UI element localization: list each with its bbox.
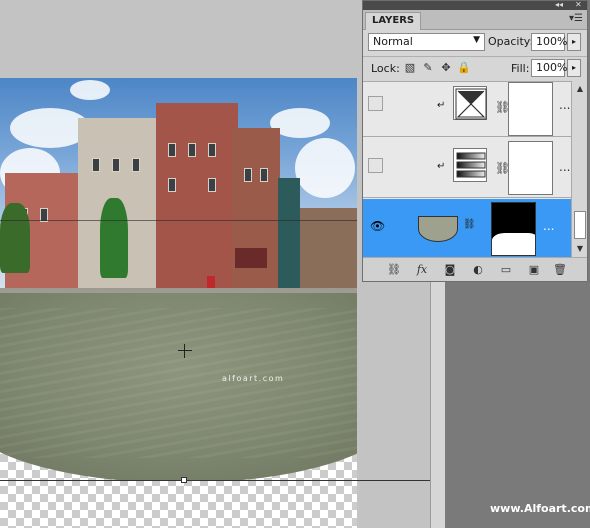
- layer-more: ...: [559, 160, 571, 174]
- document-image[interactable]: [0, 78, 357, 480]
- water-texture: [0, 308, 357, 458]
- blend-mode-value: Normal: [373, 35, 413, 48]
- eye-icon[interactable]: 👁: [370, 219, 385, 233]
- dropdown-arrow-icon: ▼: [473, 35, 480, 45]
- new-layer-icon[interactable]: ▣: [525, 262, 543, 278]
- layer-row-selected[interactable]: 👁 ⛓ ...: [363, 199, 571, 259]
- crosshair-cursor-icon: [178, 344, 192, 358]
- building-teal: [278, 178, 300, 293]
- footer-credit: www.Alfoart.com: [490, 502, 590, 515]
- new-group-icon[interactable]: ▭: [497, 262, 515, 278]
- scroll-thumb[interactable]: [574, 211, 586, 239]
- clipping-arrow-icon: ↵: [437, 100, 446, 111]
- collapse-icon[interactable]: ◂◂: [555, 0, 563, 9]
- fill-slider-button[interactable]: ▸: [567, 59, 581, 77]
- opacity-input[interactable]: 100%: [531, 33, 567, 51]
- fill-label: Fill:: [511, 62, 530, 75]
- scroll-down-icon[interactable]: ▼: [574, 243, 586, 255]
- lock-all-icon[interactable]: 🔒: [457, 61, 471, 75]
- link-layers-icon[interactable]: ⛓: [385, 262, 403, 278]
- guide-line: [0, 220, 357, 221]
- lock-transparent-pixels-icon[interactable]: ▧: [403, 61, 417, 75]
- fx-icon[interactable]: fx: [413, 262, 431, 278]
- layer-row[interactable]: ↵ ⛓ ...: [363, 82, 571, 137]
- gradient-map-adjustment-icon[interactable]: [453, 148, 487, 182]
- layer-image-thumbnail[interactable]: [418, 216, 458, 242]
- adjustment-layer-icon[interactable]: ◐: [469, 262, 487, 278]
- layer-more: ...: [559, 98, 571, 112]
- scroll-up-icon[interactable]: ▲: [574, 83, 586, 95]
- transform-handle[interactable]: [181, 477, 187, 483]
- lock-position-icon[interactable]: ✥: [439, 61, 453, 75]
- building-brick-center: [156, 103, 238, 293]
- close-icon[interactable]: ✕: [575, 0, 582, 9]
- layer-mask-thumbnail[interactable]: [508, 141, 553, 195]
- visibility-toggle[interactable]: [368, 96, 383, 111]
- panel-tab-bar: LAYERS ▾☰: [363, 10, 587, 30]
- visibility-toggle[interactable]: [368, 158, 383, 173]
- canvas-watermark: alfoart.com: [222, 374, 285, 383]
- cloud: [295, 138, 355, 198]
- blend-opacity-row: Normal ▼ Opacity: 100% ▸: [363, 30, 587, 56]
- opacity-slider-button[interactable]: ▸: [567, 33, 581, 51]
- lock-label: Lock:: [371, 62, 400, 75]
- opacity-label: Opacity:: [488, 35, 534, 48]
- layer-more: ...: [543, 219, 555, 233]
- clipping-arrow-icon: ↵: [437, 161, 446, 172]
- fill-input[interactable]: 100%: [531, 59, 567, 77]
- guide-line: [0, 480, 430, 481]
- layer-mask-thumbnail[interactable]: [508, 82, 553, 136]
- layers-list: ↵ ⛓ ... ↵ ⛓ ... 👁 ⛓ ...: [363, 81, 571, 259]
- shop-sign: [235, 248, 267, 268]
- trash-icon[interactable]: 🗑: [551, 262, 569, 278]
- layers-scrollbar[interactable]: ▲ ▼: [571, 81, 587, 257]
- tree: [0, 203, 30, 273]
- layers-panel: ◂◂ ✕ LAYERS ▾☰ Normal ▼ Opacity: 100% ▸ …: [362, 0, 588, 282]
- tab-layers[interactable]: LAYERS: [365, 12, 422, 30]
- add-mask-icon[interactable]: ◙: [441, 262, 459, 278]
- layer-row[interactable]: ↵ ⛓ ...: [363, 138, 571, 198]
- lock-image-pixels-icon[interactable]: ✎: [421, 61, 435, 75]
- panel-menu-icon[interactable]: ▾☰: [569, 13, 583, 24]
- tree: [100, 198, 128, 278]
- blend-mode-select[interactable]: Normal ▼: [368, 33, 485, 51]
- lock-fill-row: Lock: ▧ ✎ ✥ 🔒 Fill: 100% ▸: [363, 56, 587, 80]
- chain-link-icon[interactable]: ⛓: [463, 219, 476, 230]
- curves-adjustment-icon[interactable]: [453, 86, 487, 120]
- layer-mask-thumbnail[interactable]: [491, 202, 536, 256]
- panel-title-bar[interactable]: ◂◂ ✕: [363, 0, 587, 10]
- building-brick-right: [232, 128, 280, 293]
- cloud: [70, 80, 110, 100]
- layers-bottom-toolbar: ⛓ fx ◙ ◐ ▭ ▣ 🗑: [363, 257, 587, 281]
